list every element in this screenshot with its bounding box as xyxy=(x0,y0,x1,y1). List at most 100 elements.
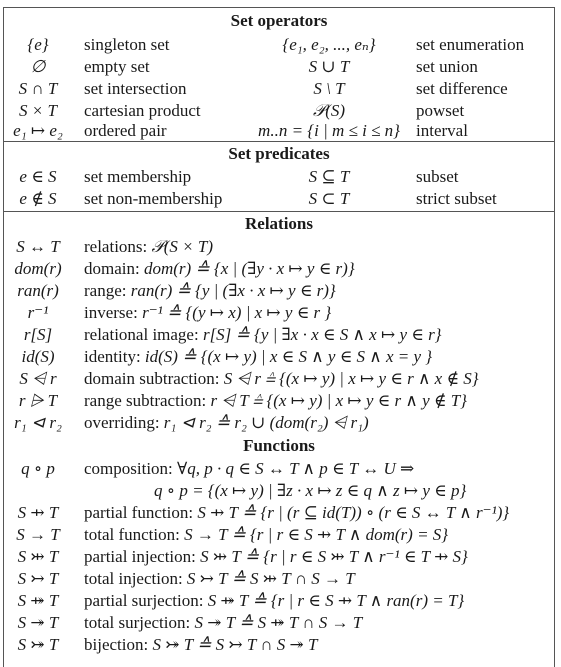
description-label: total injection: xyxy=(84,569,183,588)
formula: S ⇸ T ≙ {r | (r ⊆ id(T)) ∘ (r ∈ S ↔ T ∧ … xyxy=(197,503,510,522)
table-row: S ∩ T set intersection S \ T set differe… xyxy=(4,78,554,100)
formula: S ↣ T ≙ S ⤔ T ∩ S → T xyxy=(186,569,355,588)
table-row: S ⤔ T partial injection: S ⤔ T ≙ {r | r ∈… xyxy=(4,546,554,568)
formula: ran(r) ≙ {y | (∃x · x ↦ y ∈ r)} xyxy=(130,281,336,300)
description-label: partial function: xyxy=(84,503,194,522)
symbol: r[S] xyxy=(23,325,53,344)
description: cartesian product xyxy=(84,101,201,120)
description: set difference xyxy=(416,79,508,98)
section-header-set-operators: Set operators xyxy=(230,11,328,30)
description: partial surjection: S ⤀ T ≙ {r | r ∈ S ⇸… xyxy=(84,590,464,612)
formula: r[S] ≙ {y | ∃x · x ∈ S ∧ x ↦ y ∈ r} xyxy=(202,325,442,344)
symbol: S ↣ T xyxy=(17,569,59,588)
table-row: e ∈ S set membership S ⊆ T subset xyxy=(4,166,554,188)
symbol: S ↔ T xyxy=(16,237,60,256)
description: partial function: S ⇸ T ≙ {r | (r ⊆ id(T… xyxy=(84,502,509,524)
table-row: q ∘ p composition: ∀q, p · q ∈ S ↔ T ∧ p … xyxy=(4,458,554,480)
description-label: domain: xyxy=(84,259,140,278)
symbol: S → T xyxy=(16,525,60,544)
description-label: relations: xyxy=(84,237,148,256)
formula: S ⤀ T ≙ {r | r ∈ S ⇸ T ∧ ran(r) = T} xyxy=(207,591,465,610)
table-row: S ↔ T relations: 𝒫(S × T) xyxy=(4,236,554,258)
description: powset xyxy=(416,101,465,120)
formula: S ⤔ T ≙ {r | r ∈ S ⤔ T ∧ r⁻¹ ∈ T ⇸ S} xyxy=(200,547,468,566)
table-row: r⁻¹ inverse: r⁻¹ ≙ {(y ↦ x) | x ↦ y ∈ r } xyxy=(4,302,554,324)
table-row: q ∘ p = {(x ↦ y) | ∃z · x ↦ z ∈ q ∧ z ↦ … xyxy=(4,480,554,502)
description: set enumeration xyxy=(416,35,525,54)
symbol: S ⤀ T xyxy=(17,591,59,610)
symbol: S ⇸ T xyxy=(17,503,59,522)
table-row: e ∉ S set non-membership S ⊂ T strict su… xyxy=(4,188,554,210)
description-label: partial surjection: xyxy=(84,591,204,610)
formula: r⁻¹ ≙ {(y ↦ x) | x ↦ y ∈ r } xyxy=(142,303,332,322)
section-header-functions: Functions xyxy=(243,436,315,455)
symbol: ∅ xyxy=(30,57,46,76)
description: q ∘ p = {(x ↦ y) | ∃z · x ↦ z ∈ q ∧ z ↦ … xyxy=(154,480,466,502)
table-row: S ⤀ T partial surjection: S ⤀ T ≙ {r | r … xyxy=(4,590,554,612)
description-label: range: xyxy=(84,281,127,300)
section-divider xyxy=(4,141,554,142)
table-row: S ↣ T total injection: S ↣ T ≙ S ⤔ T ∩ S … xyxy=(4,568,554,590)
description-label: relational image: xyxy=(84,325,199,344)
description: subset xyxy=(416,167,459,186)
formula: dom(r) ≙ {x | (∃y · x ↦ y ∈ r)} xyxy=(143,259,355,278)
description: inverse: r⁻¹ ≙ {(y ↦ x) | x ↦ y ∈ r } xyxy=(84,302,331,324)
symbol: e₁ ↦ e₂ xyxy=(13,121,63,140)
description-label: range subtraction: xyxy=(84,391,207,410)
description: empty set xyxy=(84,57,150,76)
description-label: total surjection: xyxy=(84,613,191,632)
table-row: r[S] relational image: r[S] ≙ {y | ∃x · x… xyxy=(4,324,554,346)
description: total surjection: S ↠ T ≙ S ⤀ T ∩ S → T xyxy=(84,612,362,634)
description: domain: dom(r) ≙ {x | (∃y · x ↦ y ∈ r)} xyxy=(84,258,355,280)
symbol: r₁ ⊲ r₂ xyxy=(14,413,62,432)
table-row: id(S) identity: id(S) ≙ {(x ↦ y) | x ∈ S … xyxy=(4,346,554,368)
symbol: S ∩ T xyxy=(18,79,58,98)
symbol: {e₁, e₂, ..., eₙ} xyxy=(282,35,376,54)
formula: q ∘ p = {(x ↦ y) | ∃z · x ↦ z ∈ q ∧ z ↦ … xyxy=(154,481,467,500)
formula: S ↠ T ≙ S ⤀ T ∩ S → T xyxy=(194,613,363,632)
description: total function: S → T ≙ {r | r ∈ S ⇸ T ∧… xyxy=(84,524,448,546)
table-row: S ↠ T total surjection: S ↠ T ≙ S ⤀ T ∩ S… xyxy=(4,612,554,634)
symbol: {e} xyxy=(27,35,49,54)
table-row: S × T cartesian product 𝒫(S) powset xyxy=(4,100,554,122)
formula: 𝒫(S × T) xyxy=(151,237,214,256)
symbol: 𝒫(S) xyxy=(312,101,346,120)
description: overriding: r₁ ⊲ r₂ ≙ r₂ ∪ (dom(r₂) ⩤ r₁… xyxy=(84,412,369,434)
description: set union xyxy=(416,57,478,76)
symbol: e ∉ S xyxy=(19,189,57,208)
symbol: S × T xyxy=(19,101,57,120)
symbol: e ∈ S xyxy=(19,167,57,186)
description: total injection: S ↣ T ≙ S ⤔ T ∩ S → T xyxy=(84,568,355,590)
table-row: {e} singleton set {e₁, e₂, ..., eₙ} set … xyxy=(4,34,554,56)
table-row: ran(r) range: ran(r) ≙ {y | (∃x · x ↦ y ∈… xyxy=(4,280,554,302)
description-label: domain subtraction: xyxy=(84,369,220,388)
symbol: S ↠ T xyxy=(17,613,59,632)
formula: r ⩤ T ≙ {(x ↦ y) | x ↦ y ∈ r ∧ y ∉ T} xyxy=(210,391,467,410)
description: domain subtraction: S ⩤ r ≙ {(x ↦ y) | x… xyxy=(84,368,479,390)
symbol: S ∪ T xyxy=(308,57,350,76)
description: ordered pair xyxy=(84,121,167,140)
description: identity: id(S) ≙ {(x ↦ y) | x ∈ S ∧ y ∈… xyxy=(84,346,432,368)
description: strict subset xyxy=(416,189,497,208)
description: partial injection: S ⤔ T ≙ {r | r ∈ S ⤔ … xyxy=(84,546,468,568)
symbol: id(S) xyxy=(21,347,55,366)
description: composition: ∀q, p · q ∈ S ↔ T ∧ p ∈ T ↔… xyxy=(84,458,414,480)
formula: id(S) ≙ {(x ↦ y) | x ∈ S ∧ y ∈ S ∧ x = y… xyxy=(144,347,433,366)
symbol: r ⩥ T xyxy=(18,391,58,410)
table-row: ∅ empty set S ∪ T set union xyxy=(4,56,554,78)
description: interval xyxy=(416,121,468,140)
formula: S ⩤ r ≙ {(x ↦ y) | x ↦ y ∈ r ∧ x ∉ S} xyxy=(223,369,479,388)
description: set intersection xyxy=(84,79,187,98)
table-row: S ⩤ r domain subtraction: S ⩤ r ≙ {(x ↦ y… xyxy=(4,368,554,390)
formula: S → T ≙ {r | r ∈ S ⇸ T ∧ dom(r) = S} xyxy=(184,525,449,544)
description-label: inverse: xyxy=(84,303,138,322)
table-row: S → T total function: S → T ≙ {r | r ∈ S … xyxy=(4,524,554,546)
symbol: dom(r) xyxy=(14,259,62,278)
description: relations: 𝒫(S × T) xyxy=(84,236,213,258)
table-row: e₁ ↦ e₂ ordered pair m..n = {i | m ≤ i ≤… xyxy=(4,120,554,142)
description-label: partial injection: xyxy=(84,547,196,566)
formula: S ⤖ T ≙ S ↣ T ∩ S ↠ T xyxy=(152,635,318,654)
table-row: dom(r) domain: dom(r) ≙ {x | (∃y · x ↦ y … xyxy=(4,258,554,280)
description: singleton set xyxy=(84,35,170,54)
formula: ∀q, p · q ∈ S ↔ T ∧ p ∈ T ↔ U ⇒ xyxy=(177,459,415,478)
